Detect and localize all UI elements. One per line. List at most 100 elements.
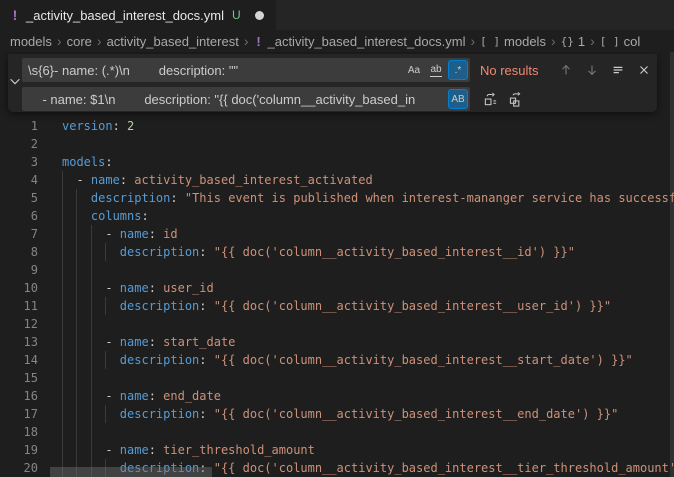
code-line-11[interactable]: 11 description: "{{ doc('column__activit… <box>0 297 674 315</box>
match-case-toggle[interactable]: Aa <box>404 60 424 80</box>
line-number[interactable]: 6 <box>0 207 38 225</box>
code-line-16[interactable]: 16 - name: end_date <box>0 387 674 405</box>
breadcrumb-item-models[interactable]: [ ] models <box>480 34 546 49</box>
breadcrumb-label: models <box>504 34 546 49</box>
breadcrumb-item-1[interactable]: {}1 <box>561 34 585 49</box>
code-line-17[interactable]: 17 description: "{{ doc('column__activit… <box>0 405 674 423</box>
code-line-8[interactable]: 8 description: "{{ doc('column__activity… <box>0 243 674 261</box>
indent-guide <box>76 423 77 441</box>
code-area: 1 version: 2 23models:4 - name: activity_b… <box>0 117 674 477</box>
breadcrumb-label: activity_based_interest <box>107 34 239 49</box>
code-text: version: 2 <box>62 117 134 135</box>
code-text: description: "{{ doc('column__activity_b… <box>62 243 575 261</box>
line-number[interactable]: 2 <box>0 135 38 153</box>
breadcrumb-item-col[interactable]: [ ] col <box>600 34 641 49</box>
line-number[interactable]: 17 <box>0 405 38 423</box>
code-line-13[interactable]: 13 - name: start_date <box>0 333 674 351</box>
code-line-3[interactable]: 3models: <box>0 153 674 171</box>
array-symbol-icon: [ ] <box>480 35 500 48</box>
code-line-6[interactable]: 6 columns: <box>0 207 674 225</box>
breadcrumb-item-activity_based_interest[interactable]: activity_based_interest <box>107 34 239 49</box>
tab-activity-based-interest-docs[interactable]: ! _activity_based_interest_docs.yml U <box>0 0 276 30</box>
line-number[interactable]: 3 <box>0 153 38 171</box>
whole-word-toggle[interactable]: ab <box>426 60 446 80</box>
find-in-selection-button[interactable] <box>608 60 628 80</box>
toggle-replace-button[interactable] <box>8 58 22 108</box>
line-number[interactable]: 20 <box>0 459 38 477</box>
code-line-10[interactable]: 10 - name: user_id <box>0 279 674 297</box>
tab-bar: ! _activity_based_interest_docs.yml U <box>0 0 674 30</box>
find-replace-widget: \s{6}- name: (.*)\n description: "" Aa a… <box>8 54 657 112</box>
breadcrumb-item-_activity_based_interest_docs.yml[interactable]: ! _activity_based_interest_docs.yml <box>253 34 465 49</box>
breadcrumb-label: col <box>624 34 641 49</box>
code-line-2[interactable]: 2 <box>0 135 674 153</box>
line-number[interactable]: 13 <box>0 333 38 351</box>
breadcrumb-separator-icon: › <box>244 33 249 49</box>
code-line-18[interactable]: 18 <box>0 423 674 441</box>
indent-guide <box>62 423 63 441</box>
line-number[interactable]: 11 <box>0 297 38 315</box>
line-number[interactable]: 7 <box>0 225 38 243</box>
line-number[interactable]: 8 <box>0 243 38 261</box>
replace-input[interactable]: - name: $1\n description: "{{ doc('colum… <box>22 87 470 111</box>
line-number[interactable]: 18 <box>0 423 38 441</box>
line-number[interactable]: 9 <box>0 261 38 279</box>
code-line-7[interactable]: 7 - name: id <box>0 225 674 243</box>
breadcrumb-label: _activity_based_interest_docs.yml <box>267 34 465 49</box>
code-text: description: "{{ doc('column__activity_b… <box>62 405 618 423</box>
modified-dot-icon[interactable] <box>255 11 264 20</box>
indent-guide <box>76 261 77 279</box>
code-line-1[interactable]: 1 version: 2 <box>0 117 674 135</box>
code-line-9[interactable]: 9 <box>0 261 674 279</box>
vertical-scrollbar-thumb[interactable] <box>670 52 674 477</box>
regex-toggle[interactable]: .* <box>448 60 468 80</box>
breadcrumb-separator-icon: › <box>470 33 475 49</box>
code-line-19[interactable]: 19 - name: tier_threshold_amount <box>0 441 674 459</box>
find-results-status: No results <box>480 63 542 78</box>
code-text: - name: id <box>62 225 178 243</box>
line-number[interactable]: 14 <box>0 351 38 369</box>
line-number[interactable]: 19 <box>0 441 38 459</box>
breadcrumb-separator-icon: › <box>57 33 62 49</box>
code-text: - name: tier_threshold_amount <box>62 441 315 459</box>
line-number[interactable]: 12 <box>0 315 38 333</box>
indent-guide <box>62 261 63 279</box>
yaml-file-icon: ! <box>10 7 20 23</box>
code-text: description: "{{ doc('column__activity_b… <box>62 351 633 369</box>
line-number[interactable]: 4 <box>0 171 38 189</box>
code-line-4[interactable]: 4 - name: activity_based_interest_activa… <box>0 171 674 189</box>
preserve-case-toggle[interactable]: AB <box>448 89 468 109</box>
line-number[interactable]: 1 <box>0 117 38 135</box>
array-symbol-icon: [ ] <box>600 35 620 48</box>
line-number[interactable]: 10 <box>0 279 38 297</box>
breadcrumb: models › core › activity_based_interest ›! _ac… <box>0 30 674 52</box>
find-input[interactable]: \s{6}- name: (.*)\n description: "" Aa a… <box>22 58 470 82</box>
code-text: - name: end_date <box>62 387 221 405</box>
line-number[interactable]: 16 <box>0 387 38 405</box>
indent-guide <box>62 369 63 387</box>
code-line-15[interactable]: 15 <box>0 369 674 387</box>
line-number[interactable]: 5 <box>0 189 38 207</box>
breadcrumb-label: 1 <box>578 34 585 49</box>
replace-button[interactable] <box>480 89 500 109</box>
close-find-widget-button[interactable] <box>634 60 654 80</box>
previous-match-button[interactable] <box>556 60 576 80</box>
editor[interactable]: \s{6}- name: (.*)\n description: "" Aa a… <box>0 52 674 477</box>
breadcrumb-label: models <box>10 34 52 49</box>
code-line-5[interactable]: 5 description: "This event is published … <box>0 189 674 207</box>
code-text: - name: user_id <box>62 279 214 297</box>
line-number[interactable]: 15 <box>0 369 38 387</box>
replace-all-button[interactable] <box>506 89 526 109</box>
breadcrumb-separator-icon: › <box>551 33 556 49</box>
yaml-symbol-icon: ! <box>253 34 263 49</box>
horizontal-scrollbar-thumb[interactable] <box>50 467 212 477</box>
indent-guide <box>76 369 77 387</box>
next-match-button[interactable] <box>582 60 602 80</box>
code-line-14[interactable]: 14 description: "{{ doc('column__activit… <box>0 351 674 369</box>
breadcrumb-item-models[interactable]: models <box>10 34 52 49</box>
find-input-value: \s{6}- name: (.*)\n description: "" <box>28 63 402 78</box>
indent-guide <box>91 315 92 333</box>
breadcrumb-item-core[interactable]: core <box>67 34 92 49</box>
code-line-12[interactable]: 12 <box>0 315 674 333</box>
indent-guide <box>62 315 63 333</box>
